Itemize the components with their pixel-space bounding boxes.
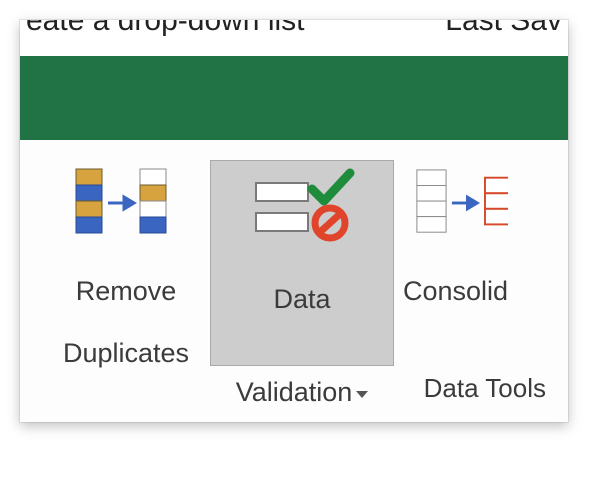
ribbon-tabs-bar [20, 56, 568, 140]
consolidate-button[interactable]: Consolid [394, 160, 509, 366]
data-validation-icon [242, 167, 362, 247]
window-titlebar: eate a drop-down list Last Sav [20, 20, 568, 140]
data-validation-label-1: Data [236, 284, 369, 315]
titlebar-right-fragment: Last Sav [445, 20, 562, 30]
ribbon-group-label: Data Tools [424, 373, 546, 404]
ribbon-screenshot-frame: eate a drop-down list Last Sav [20, 20, 568, 422]
ribbon-panel: Remove Duplicates [20, 140, 568, 422]
data-tools-buttons: Remove Duplicates [20, 140, 568, 366]
remove-duplicates-icon [66, 167, 186, 239]
dropdown-chevron-icon[interactable] [356, 391, 368, 398]
titlebar-left-fragment: eate a drop-down list [26, 20, 305, 30]
titlebar-text-row: eate a drop-down list Last Sav [20, 20, 568, 56]
remove-duplicates-label-1: Remove [63, 276, 189, 307]
remove-duplicates-button[interactable]: Remove Duplicates [42, 160, 210, 366]
remove-duplicates-label-2: Duplicates [63, 338, 189, 369]
data-validation-label-2: Validation [236, 377, 353, 407]
data-validation-button[interactable]: Data Validation [210, 160, 394, 366]
consolidate-label-1: Consolid [403, 276, 508, 307]
consolidate-icon [401, 167, 509, 239]
